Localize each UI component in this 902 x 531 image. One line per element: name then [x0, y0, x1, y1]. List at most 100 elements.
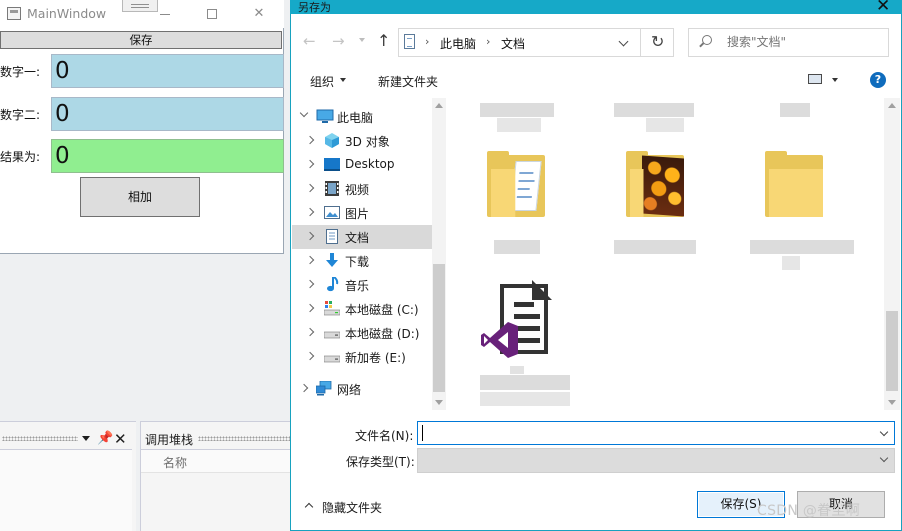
recent-locations-icon[interactable]	[359, 38, 365, 42]
caret-down-icon[interactable]	[340, 78, 346, 82]
up-arrow-icon[interactable]: ↑	[377, 31, 390, 50]
callstack-column-name[interactable]: 名称	[163, 454, 187, 471]
breadcrumb-this-pc[interactable]: 此电脑	[440, 35, 476, 52]
scroll-up-icon[interactable]	[435, 103, 443, 108]
tree-item-label: 3D 对象	[345, 135, 390, 149]
help-icon[interactable]: ?	[870, 72, 886, 88]
add-button[interactable]: 相加	[80, 177, 200, 217]
picture-icon	[324, 205, 340, 220]
breadcrumb-separator-icon[interactable]: ›	[486, 35, 490, 48]
expand-arrow-icon[interactable]	[305, 327, 315, 337]
result-label: 结果为:	[0, 150, 41, 164]
watermark: CSDN @眷尘啊	[757, 503, 861, 519]
expand-arrow-icon[interactable]	[305, 159, 315, 169]
blurred-file-label	[782, 256, 800, 270]
scroll-down-icon[interactable]	[888, 400, 896, 405]
close-icon: ✕	[253, 6, 265, 21]
download-icon	[324, 253, 340, 268]
maximize-button[interactable]	[202, 6, 222, 22]
organize-menu[interactable]: 组织	[310, 73, 334, 90]
blurred-file-label	[614, 240, 696, 254]
tree-item-label: 新加卷 (E:)	[345, 351, 406, 365]
blurred-file-label	[510, 366, 524, 374]
tree-item-documents[interactable]: 文档	[292, 225, 432, 249]
blurred-file-label	[497, 118, 541, 132]
minimize-button[interactable]	[156, 6, 176, 22]
expand-arrow-icon[interactable]	[305, 207, 315, 217]
desktop-icon	[324, 157, 340, 172]
tree-item-videos[interactable]: 视频	[292, 177, 432, 201]
filetype-label: 保存类型(T):	[346, 455, 415, 469]
number1-field[interactable]: 0	[51, 54, 284, 88]
hide-folders-toggle[interactable]: 隐藏文件夹	[322, 499, 382, 516]
document-icon	[324, 229, 340, 244]
number2-field[interactable]: 0	[51, 97, 284, 131]
close-button[interactable]: ✕	[249, 6, 269, 22]
search-input[interactable]	[727, 35, 877, 49]
filename-input[interactable]	[417, 421, 895, 445]
drive-c-icon	[323, 301, 341, 316]
expand-arrow-icon[interactable]	[299, 383, 309, 393]
back-arrow-icon[interactable]: ←	[303, 32, 316, 50]
tree-item-music[interactable]: 音乐	[292, 273, 432, 297]
tree-item-desktop[interactable]: Desktop	[292, 153, 432, 177]
tree-item-drive-c[interactable]: 本地磁盘 (C:)	[292, 297, 432, 321]
forward-arrow-icon[interactable]: →	[332, 32, 345, 50]
expand-arrow-icon[interactable]	[305, 279, 315, 289]
expand-arrow-icon[interactable]	[305, 183, 315, 193]
panel-close-icon[interactable]: ✕	[114, 430, 127, 448]
drive-icon	[323, 349, 341, 364]
folder-icon[interactable]	[765, 151, 823, 217]
tree-item-label: 下载	[345, 255, 370, 269]
blurred-file-label	[780, 103, 810, 117]
expand-arrow-icon[interactable]	[305, 351, 315, 361]
blurred-file-label	[480, 103, 554, 117]
number1-label: 数字一:	[0, 65, 41, 79]
blurred-file-label	[646, 118, 684, 132]
callstack-title[interactable]: 调用堆栈	[145, 431, 193, 448]
tree-item-label: 文档	[345, 231, 370, 245]
music-icon	[324, 276, 340, 292]
tree-item-3d-objects[interactable]: 3D 对象	[292, 129, 432, 153]
filename-label: 文件名(N):	[355, 429, 414, 443]
view-options-icon[interactable]	[808, 74, 822, 84]
scroll-down-icon[interactable]	[435, 400, 443, 405]
blurred-file-label	[750, 240, 854, 254]
caret-down-icon[interactable]	[832, 78, 838, 82]
filetype-select[interactable]	[417, 448, 895, 473]
tree-item-network[interactable]: 网络	[292, 377, 432, 401]
panel-grip[interactable]	[2, 436, 78, 441]
dialog-titlebar[interactable]	[290, 0, 902, 14]
tree-item-label: 本地磁盘 (D:)	[345, 327, 420, 341]
folder-icon[interactable]	[487, 151, 545, 217]
tree-item-this-pc[interactable]: 此电脑	[292, 105, 432, 129]
breadcrumb-separator-icon[interactable]: ›	[425, 35, 429, 48]
pin-icon[interactable]: 📌	[97, 431, 113, 446]
expand-arrow-icon[interactable]	[305, 303, 315, 313]
breadcrumb-documents[interactable]: 文档	[501, 35, 525, 52]
tree-item-downloads[interactable]: 下载	[292, 249, 432, 273]
panel-grip[interactable]	[198, 436, 292, 441]
dialog-close-icon[interactable]: ✕	[876, 0, 890, 16]
scroll-up-icon[interactable]	[888, 103, 896, 108]
tree-item-pictures[interactable]: 图片	[292, 201, 432, 225]
tree-item-drive-e[interactable]: 新加卷 (E:)	[292, 345, 432, 369]
tree-item-label: 视频	[345, 183, 370, 197]
nav-scroll-thumb[interactable]	[433, 264, 445, 392]
panel-dropdown-icon[interactable]	[82, 436, 90, 441]
title-drag-handle[interactable]	[122, 0, 158, 12]
expand-arrow-icon[interactable]	[299, 108, 309, 118]
visual-studio-file-icon[interactable]	[481, 280, 558, 358]
expand-arrow-icon[interactable]	[305, 135, 315, 145]
expand-arrow-icon[interactable]	[305, 255, 315, 265]
new-folder-button[interactable]: 新建文件夹	[378, 73, 438, 90]
folder-icon[interactable]	[626, 151, 684, 217]
blurred-file-label	[494, 240, 540, 254]
mw-save-button[interactable]: 保存	[0, 31, 282, 49]
tree-item-drive-d[interactable]: 本地磁盘 (D:)	[292, 321, 432, 345]
expand-arrow-icon[interactable]	[305, 231, 315, 241]
maximize-icon	[207, 9, 217, 19]
ide-panel-body	[0, 449, 132, 531]
file-list-scroll-thumb[interactable]	[886, 311, 898, 391]
result-field[interactable]: 0	[51, 139, 284, 173]
